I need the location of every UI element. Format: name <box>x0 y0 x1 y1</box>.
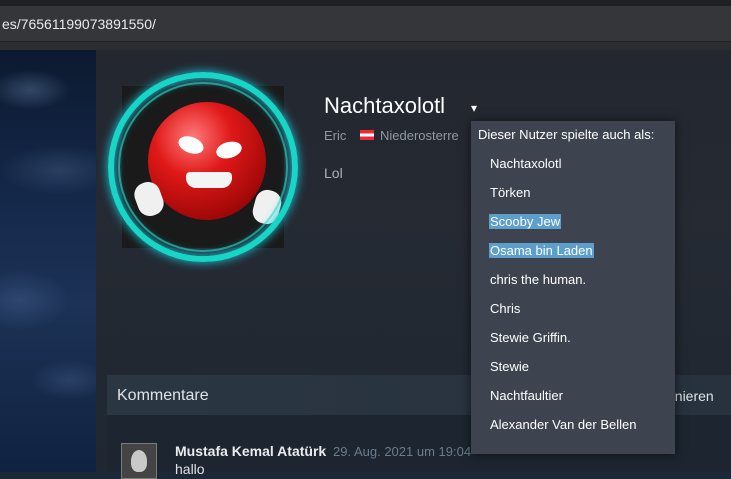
alias-item[interactable]: Nachtaxolotl <box>489 156 563 171</box>
alias-item[interactable]: chris the human. <box>489 272 587 287</box>
profile-summary: Lol <box>324 165 343 181</box>
comments-title: Kommentare <box>117 387 209 404</box>
browser-toolbar-edge <box>0 42 731 50</box>
comment-timestamp: 29. Aug. 2021 um 19:04 <box>333 444 472 459</box>
alias-item[interactable]: Chris <box>489 301 521 316</box>
profile-background-art <box>0 50 96 472</box>
name-history-dropdown: Dieser Nutzer spielte auch als: Nachtaxo… <box>471 121 675 454</box>
alias-item-selected[interactable]: Scooby Jew <box>489 214 562 229</box>
alias-item[interactable]: Törken <box>489 185 531 200</box>
address-bar[interactable]: es/76561199073891550/ <box>0 6 731 42</box>
name-history-header: Dieser Nutzer spielte auch als: <box>478 127 655 142</box>
alias-item[interactable]: Nachtfaultier <box>489 388 564 403</box>
comment-text: hallo <box>175 461 205 477</box>
alias-item-selected[interactable]: Osama bin Laden <box>489 243 594 258</box>
persona-name: Nachtaxolotl <box>324 93 446 118</box>
comment-author-avatar[interactable] <box>121 443 157 479</box>
location-text: Niederosterre <box>380 128 459 143</box>
comment-author-name[interactable]: Mustafa Kemal Atatürk <box>175 443 326 459</box>
avatar-frame-inner-ring <box>118 82 288 252</box>
profile-avatar[interactable] <box>108 72 298 262</box>
url-text[interactable]: es/76561199073891550/ <box>2 16 156 32</box>
name-history-dropdown-arrow-icon[interactable]: ▾ <box>471 101 477 115</box>
alias-item[interactable]: Stewie Griffin. <box>489 330 572 345</box>
alias-item[interactable]: Alexander Van der Bellen <box>489 417 637 432</box>
real-name: Eric <box>324 128 347 143</box>
alias-item[interactable]: Stewie <box>489 359 530 374</box>
austria-flag-icon <box>360 130 374 140</box>
